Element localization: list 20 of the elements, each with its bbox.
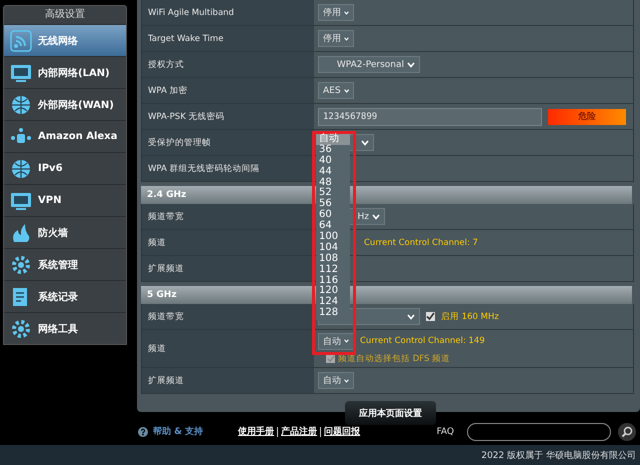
setting-label: 频道带宽	[142, 304, 314, 329]
copyright-text: 2022 版权属于 华硕电脑股份有限公司	[481, 450, 636, 462]
strength-meter: 危险	[548, 108, 626, 124]
checkbox-label: 启用 160 MHz	[441, 310, 499, 322]
setting-label: 频道	[142, 230, 314, 255]
setting-label: 受保护的管理帧	[142, 130, 314, 155]
setting-label: 频道带宽	[142, 204, 314, 229]
setting-label: 扩展频道	[142, 256, 314, 281]
setting-label: Target Wake Time	[142, 26, 314, 51]
setting-label: 频道	[142, 330, 314, 367]
setting-label: WiFi Agile Multiband	[142, 0, 314, 25]
setting-label: WPA-PSK 无线密码	[142, 104, 314, 129]
setting-label: 扩展频道	[142, 368, 314, 393]
setting-label: WPA 群组无线密码轮动间隔	[142, 156, 314, 181]
sidebar-title: 高级设置	[44, 8, 86, 22]
setting-label: WPA 加密	[142, 78, 314, 103]
setting-label: 授权方式	[142, 52, 314, 77]
channel-note: Current Control Channel: 149	[360, 336, 485, 346]
faq-label: FAQ	[436, 426, 454, 436]
channel-note: Current Control Channel: 7	[364, 238, 478, 248]
